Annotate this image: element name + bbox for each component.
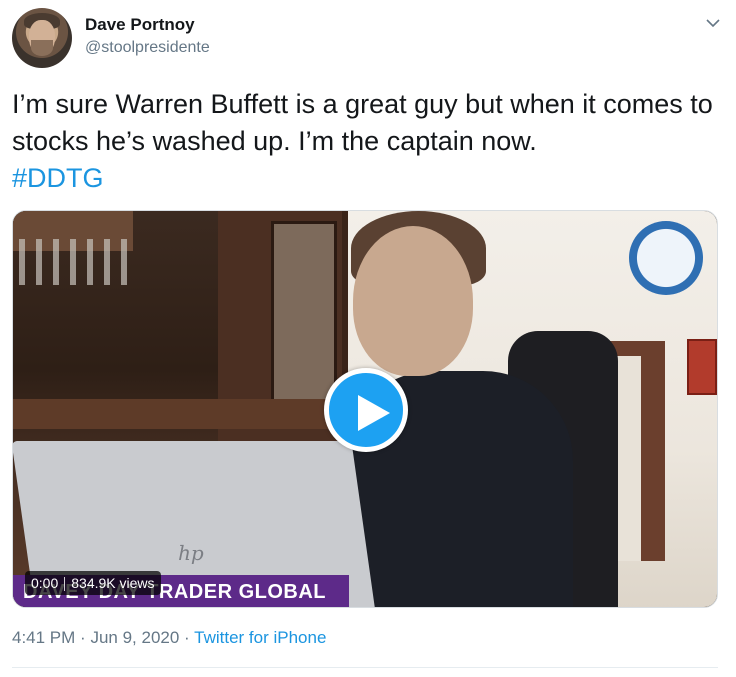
tweet-date[interactable]: Jun 9, 2020 (90, 628, 179, 647)
divider (12, 667, 718, 668)
tweet-footer: 4:41 PM · Jun 9, 2020 · Twitter for iPho… (12, 628, 326, 648)
video-time: 0:00 (31, 575, 59, 591)
author-name[interactable]: Dave Portnoy (85, 15, 195, 35)
footer-separator: · (80, 628, 86, 647)
play-button[interactable] (324, 368, 408, 452)
chevron-down-icon[interactable] (704, 14, 722, 32)
video-views: 834.9K views (71, 575, 155, 591)
video-meta: 0:00 834.9K views (25, 571, 161, 595)
avatar[interactable] (12, 8, 72, 68)
channel-logo (629, 221, 703, 295)
tweet-header: Dave Portnoy @stoolpresidente (12, 8, 724, 68)
tweet-text: I’m sure Warren Buffett is a great guy b… (12, 86, 724, 197)
hashtag-link[interactable]: #DDTG (12, 160, 724, 197)
tweet-body: I’m sure Warren Buffett is a great guy b… (12, 89, 713, 156)
tweet-source-link[interactable]: Twitter for iPhone (194, 628, 326, 647)
tweet-time[interactable]: 4:41 PM (12, 628, 75, 647)
footer-separator-2: · (184, 628, 190, 647)
author-handle[interactable]: @stoolpresidente (85, 39, 210, 57)
play-icon (358, 395, 390, 431)
video-player[interactable]: ℎ𝑝 DAVEY DAY TRADER GLOBAL 0:00 834.9K vi… (12, 210, 718, 608)
